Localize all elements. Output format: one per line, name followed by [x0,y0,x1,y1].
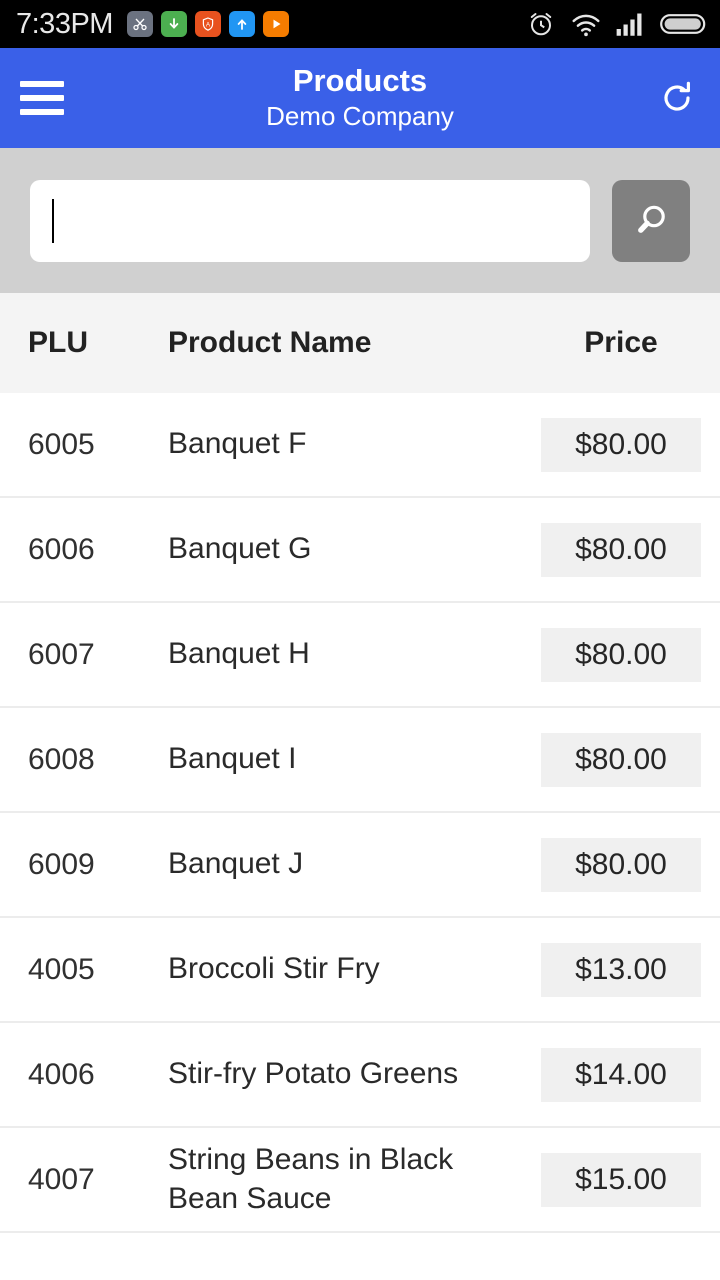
cell-plu: 4005 [28,952,95,986]
cell-product-name: Stir-fry Potato Greens [168,1057,459,1091]
price-chip: $80.00 [541,732,701,787]
price-chip: $14.00 [541,1047,701,1102]
play-icon [262,11,289,37]
cell-price: $15.00 [530,1152,720,1207]
cell-plu: 6009 [28,847,95,881]
upload-arrow-icon [228,11,255,37]
table-row[interactable]: 6009 Banquet J $80.00 [0,813,720,918]
cell-product-name: Banquet I [168,742,297,776]
price-chip: $80.00 [541,522,701,577]
table-row[interactable]: 6008 Banquet I $80.00 [0,708,720,813]
cell-price: $80.00 [530,522,720,577]
price-chip: $13.00 [541,942,701,997]
cell-price: $14.00 [530,1047,720,1102]
cell-product-name: Banquet G [168,532,312,566]
table-row[interactable]: 6007 Banquet H $80.00 [0,603,720,708]
column-header-name: Product Name [168,326,372,359]
status-bar: 7:33PM A [0,0,720,48]
cell-product-name: String Beans in Black Bean Sauce [168,1143,454,1215]
page-title: Products [292,63,428,99]
cell-price: $80.00 [530,732,720,787]
cell-price: $13.00 [530,942,720,997]
table-body: 6005 Banquet F $80.00 6006 Banquet G $80.00 60… [0,393,720,1233]
price-chip: $80.00 [541,837,701,892]
column-header-price: Price [584,326,658,359]
battery-full-icon [660,12,706,36]
column-header-plu: PLU [28,326,88,359]
app-bar: Products Demo Company [0,48,720,148]
page-subtitle: Demo Company [266,100,454,131]
cell-plu: 6005 [28,427,95,461]
signal-bars-icon [616,11,646,37]
cell-plu: 6008 [28,742,95,776]
products-table: PLU Product Name Price 6005 Banquet F $80.… [0,293,720,1233]
table-header-row: PLU Product Name Price [0,293,720,393]
cell-product-name: Banquet J [168,847,304,881]
shield-a-icon: A [194,11,221,37]
price-chip: $80.00 [541,417,701,472]
table-row[interactable]: 6006 Banquet G $80.00 [0,498,720,603]
search-input[interactable] [30,179,590,262]
search-button[interactable] [612,179,690,262]
status-time: 7:33PM [16,7,113,40]
app-bar-titles: Products Demo Company [0,48,720,148]
cell-product-name: Broccoli Stir Fry [168,952,380,986]
cell-product-name: Banquet H [168,637,310,671]
hamburger-menu-icon[interactable] [20,81,64,115]
cell-price: $80.00 [530,417,720,472]
download-arrow-icon [160,11,187,37]
text-caret [52,198,54,243]
table-row[interactable]: 6005 Banquet F $80.00 [0,393,720,498]
refresh-icon[interactable] [654,75,700,121]
system-status-icons [526,9,706,39]
search-bar [0,148,720,293]
table-row[interactable]: 4007 String Beans in Black Bean Sauce $15.… [0,1128,720,1233]
scissors-icon [126,11,153,37]
notification-icons: A [126,11,289,37]
cell-price: $80.00 [530,627,720,682]
svg-text:A: A [206,22,211,29]
price-chip: $80.00 [541,627,701,682]
cell-product-name: Banquet F [168,427,307,461]
price-chip: $15.00 [541,1152,701,1207]
cell-plu: 6007 [28,637,95,671]
table-row[interactable]: 4005 Broccoli Stir Fry $13.00 [0,918,720,1023]
cell-plu: 6006 [28,532,95,566]
wifi-icon [570,10,602,38]
alarm-clock-icon [526,9,556,39]
cell-price: $80.00 [530,837,720,892]
cell-plu: 4006 [28,1057,95,1091]
table-row[interactable]: 4006 Stir-fry Potato Greens $14.00 [0,1023,720,1128]
cell-plu: 4007 [28,1162,95,1196]
